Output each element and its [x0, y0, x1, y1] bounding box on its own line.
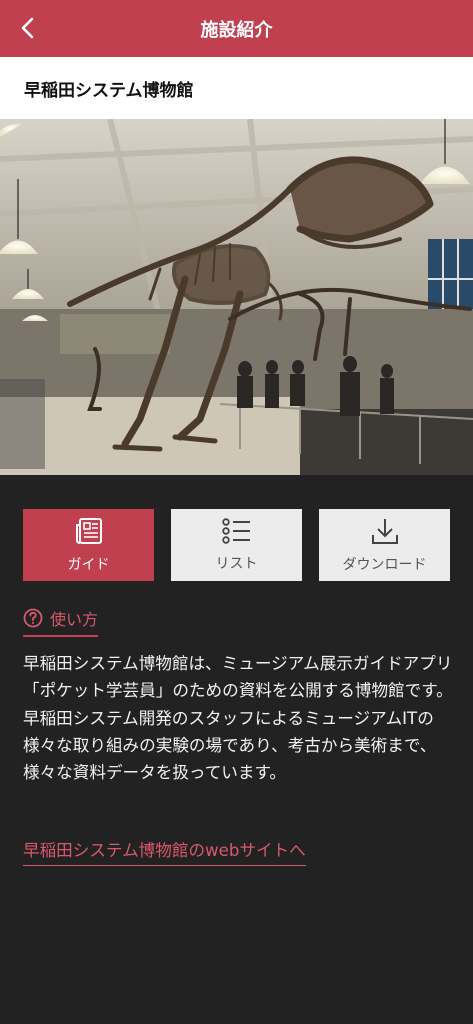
back-button[interactable]	[14, 14, 42, 42]
list-icon	[221, 517, 250, 544]
museum-photo	[0, 119, 473, 475]
website-link[interactable]: 早稲田システム博物館のwebサイトへ	[23, 837, 306, 866]
action-buttons: ガイド リスト ダウンロード	[23, 509, 450, 581]
museum-name: 早稲田システム博物館	[24, 80, 194, 101]
museum-description: 早稲田システム博物館は、ミュージアム展示ガイドアプリ「ポケット学芸員」のための資…	[23, 654, 453, 783]
question-circle-icon	[23, 608, 43, 628]
page-title: 施設紹介	[200, 19, 273, 41]
guide-button[interactable]: ガイド	[23, 509, 154, 581]
list-button-label: リスト	[215, 555, 258, 572]
museum-name-bar: 早稲田システム博物館	[0, 57, 473, 119]
download-button[interactable]: ダウンロード	[319, 509, 450, 581]
list-button[interactable]: リスト	[171, 509, 302, 581]
download-icon	[371, 518, 398, 544]
download-button-label: ダウンロード	[342, 556, 427, 573]
how-to-use-link[interactable]: 使い方	[23, 603, 99, 637]
how-to-use-label: 使い方	[50, 610, 99, 629]
app-header: 施設紹介	[0, 0, 473, 57]
newspaper-icon	[75, 517, 102, 544]
chevron-left-icon	[21, 17, 34, 39]
guide-button-label: ガイド	[67, 556, 110, 573]
